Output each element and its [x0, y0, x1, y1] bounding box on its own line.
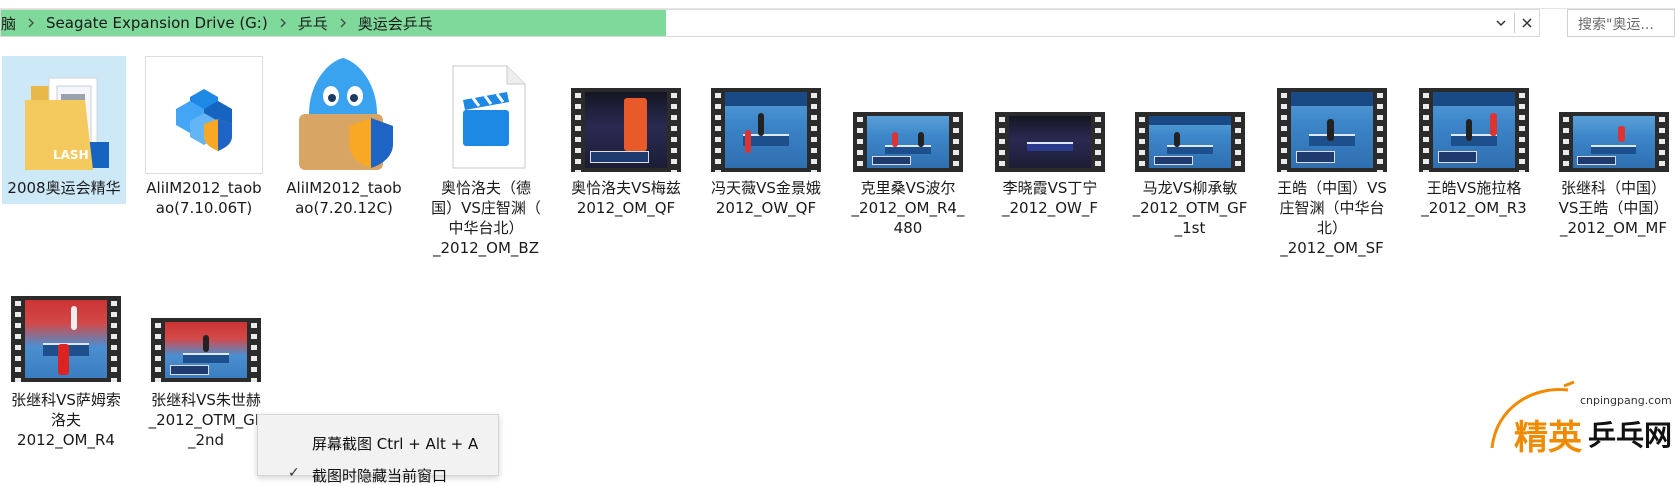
video-thumbnail — [991, 56, 1109, 174]
file-label: 奥恰洛夫VS梅兹 2012_OM_QF — [571, 179, 681, 217]
file-item-video[interactable]: 王皓VS施拉格 _2012_OM_R3 — [1412, 56, 1536, 218]
video-thumbnail — [1415, 56, 1533, 174]
video-thumbnail — [1273, 56, 1391, 174]
file-item-video[interactable]: 王皓（中国）VS 庄智渊（中华台 北） _2012_OM_SF — [1270, 56, 1394, 258]
address-bar[interactable]: 脑 Seagate Expansion Drive (G:) 乒乓 奥运会乒乓 — [0, 9, 1540, 37]
folder-icon: LASH — [9, 56, 119, 174]
checkmark-icon: ✓ — [288, 465, 300, 481]
search-input[interactable]: 搜索"奥运... — [1567, 9, 1675, 37]
file-item-app[interactable]: AliIM2012_taob ao(7.20.12C) — [282, 56, 406, 218]
taobao-app-icon — [285, 56, 403, 174]
video-thumbnail — [1131, 56, 1249, 174]
file-label: AliIM2012_taob ao(7.10.06T) — [146, 179, 262, 217]
breadcrumb-olympics[interactable]: 奥运会乒乓 — [354, 13, 437, 34]
file-label: AliIM2012_taob ao(7.20.12C) — [286, 179, 402, 217]
file-item-video[interactable]: 张继科VS萨姆索 洛夫 2012_OM_R4 — [4, 292, 128, 450]
file-item-video[interactable]: 马龙VS柳承敏 _2012_OTM_GF _1st — [1128, 56, 1252, 238]
window-top-edge — [0, 0, 1675, 9]
breadcrumb: 脑 Seagate Expansion Drive (G:) 乒乓 奥运会乒乓 — [1, 10, 437, 36]
chevron-right-icon[interactable] — [338, 18, 348, 28]
video-thumbnail — [1555, 56, 1673, 174]
file-item-video[interactable]: 克里桑VS波尔 _2012_OM_R4_ 480 — [846, 56, 970, 238]
file-label: 2008奥运会精华 — [7, 179, 121, 197]
close-icon[interactable] — [1515, 10, 1539, 36]
file-item-video[interactable]: 张继科（中国） VS王皓（中国） _2012_OM_MF — [1552, 56, 1675, 238]
file-label: 冯天薇VS金景娥 2012_OW_QF — [711, 179, 821, 217]
breadcrumb-pingpong[interactable]: 乒乓 — [294, 13, 332, 34]
file-label: 王皓（中国）VS 庄智渊（中华台 北） _2012_OM_SF — [1277, 179, 1387, 257]
menu-item-screenshot[interactable]: 屏幕截图 Ctrl + Alt + A — [312, 433, 478, 454]
file-item-video[interactable]: 冯天薇VS金景娥 2012_OW_QF — [704, 56, 828, 218]
watermark-name-2: 乒乓网 — [1588, 419, 1673, 452]
breadcrumb-computer[interactable]: 脑 — [1, 13, 20, 34]
chevron-right-icon[interactable] — [26, 18, 36, 28]
file-item-video[interactable]: 张继科VS朱世赫 _2012_OTM_GF _2nd — [144, 292, 268, 450]
video-thumbnail — [707, 56, 825, 174]
chevron-down-icon[interactable] — [1489, 10, 1513, 36]
file-item-video[interactable]: 李晓霞VS丁宁 _2012_OW_F — [988, 56, 1112, 218]
video-thumbnail — [849, 56, 967, 174]
watermark-url: cnpingpang.com — [1580, 394, 1672, 407]
folder-badge-text: LASH — [53, 148, 89, 162]
file-item-installer-1[interactable]: AliIM2012_taob ao(7.10.06T) — [142, 56, 266, 218]
video-thumbnail — [147, 292, 265, 386]
menu-item-hide-window[interactable]: 截图时隐藏当前窗口 — [312, 465, 447, 486]
file-label: 克里桑VS波尔 _2012_OM_R4_ 480 — [851, 179, 965, 237]
file-item-video-file[interactable]: 奥恰洛夫（德 国）VS庄智渊（ 中华台北） _2012_OM_BZ — [424, 56, 548, 258]
file-label: 奥恰洛夫（德 国）VS庄智渊（ 中华台北） _2012_OM_BZ — [431, 179, 541, 257]
file-label: 王皓VS施拉格 _2012_OM_R3 — [1421, 179, 1527, 217]
installer-icon — [145, 56, 263, 174]
file-item-folder[interactable]: LASH 2008奥运会精华 — [2, 56, 126, 204]
file-label: 张继科VS萨姆索 洛夫 2012_OM_R4 — [11, 391, 121, 449]
file-label: 马龙VS柳承敏 _2012_OTM_GF _1st — [1132, 179, 1248, 237]
file-label: 李晓霞VS丁宁 _2012_OW_F — [1002, 179, 1098, 217]
file-label: 张继科（中国） VS王皓（中国） _2012_OM_MF — [1558, 179, 1669, 237]
breadcrumb-drive[interactable]: Seagate Expansion Drive (G:) — [42, 14, 272, 32]
file-label: 张继科VS朱世赫 _2012_OTM_GF _2nd — [148, 391, 264, 449]
video-thumbnail — [7, 292, 125, 386]
context-menu: 屏幕截图 Ctrl + Alt + A ✓ 截图时隐藏当前窗口 — [257, 414, 499, 485]
video-file-icon — [427, 56, 545, 174]
watermark-name-1: 精英 — [1514, 418, 1582, 458]
chevron-right-icon[interactable] — [278, 18, 288, 28]
file-item-video[interactable]: 奥恰洛夫VS梅兹 2012_OM_QF — [564, 56, 688, 218]
video-thumbnail — [567, 56, 685, 174]
site-watermark: cnpingpang.com 精英 乒乓网 — [1480, 370, 1675, 473]
